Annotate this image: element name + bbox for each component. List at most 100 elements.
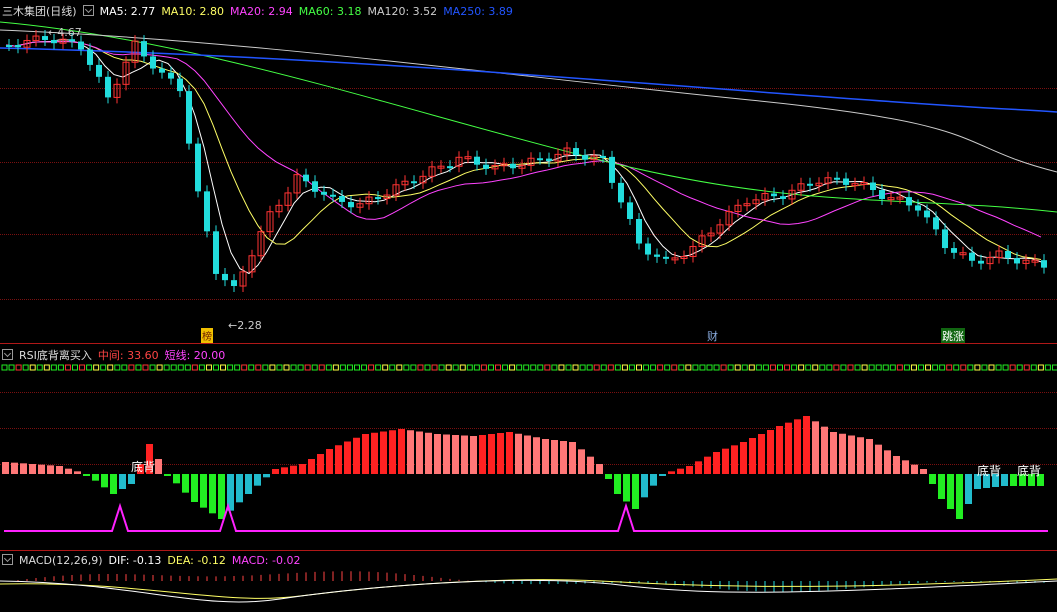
rsi-signal-dot [741, 364, 748, 371]
rsi-signal-dot [791, 364, 798, 371]
macd-title[interactable]: MACD(12,26,9) [19, 554, 103, 567]
rsi-bar [47, 465, 54, 474]
rsi-signal-dot [234, 364, 241, 371]
candle-body [141, 41, 147, 57]
event-tag-bang[interactable]: 榜 [201, 328, 213, 343]
rsi-signal-dot [509, 364, 516, 371]
rsi-signal-dot [163, 364, 170, 371]
rsi-panel[interactable]: RSI底背离买入 中间: 33.60 短线: 20.00 底背 底背 底背 [0, 344, 1057, 550]
rsi-bar [695, 461, 702, 474]
candle-body [6, 45, 12, 47]
rsi-signal-dot [755, 364, 762, 371]
rsi-signal-dot [1051, 364, 1057, 371]
candle-body [780, 196, 786, 199]
rsi-bar [11, 462, 18, 474]
candle-body [951, 248, 957, 253]
rsi-signal-dot [946, 364, 953, 371]
rsi-signal-dot [882, 364, 889, 371]
rsi-bar [335, 445, 342, 474]
rsi-bar [20, 463, 27, 474]
rsi-bar [659, 474, 666, 476]
rsi-bar [398, 429, 405, 474]
rsi-signal-dot [403, 364, 410, 371]
macd-value-label: MACD: -0.02 [231, 554, 301, 567]
rsi-signal-dot [784, 364, 791, 371]
kline-chart[interactable] [0, 0, 1057, 343]
rsi-bar [704, 456, 711, 474]
rsi-signal-dot [480, 364, 487, 371]
rsi-bar [785, 422, 792, 474]
rsi-signal-dot [1023, 364, 1030, 371]
rsi-signal-dot [805, 364, 812, 371]
rsi-signal-dot [981, 364, 988, 371]
candle-body [168, 72, 174, 79]
rsi-bar [956, 474, 963, 519]
rsi-bar [677, 468, 684, 474]
candle-body [195, 143, 201, 192]
rsi-signal-dot [586, 364, 593, 371]
rsi-signal-dot [177, 364, 184, 371]
stock-title[interactable]: 三木集团(日线) [2, 5, 77, 18]
rsi-signal-dot [262, 364, 269, 371]
rsi-signal-dot [1016, 364, 1023, 371]
low-price-marker: ←2.28 [228, 319, 262, 332]
dropdown-icon[interactable] [2, 349, 13, 360]
rsi-signal-dot [311, 364, 318, 371]
rsi-signal-dot [290, 364, 297, 371]
rsi-signal-dot [248, 364, 255, 371]
rsi-bar [839, 433, 846, 474]
rsi-signal-dot [551, 364, 558, 371]
rsi-bar [920, 469, 927, 474]
event-tag-cai[interactable]: 财 [707, 328, 718, 344]
rsi-bar [776, 426, 783, 474]
rsi-bar [101, 474, 108, 488]
rsi-signal-dot [777, 364, 783, 371]
rsi-bar [902, 460, 909, 474]
rsi-bar [911, 464, 918, 474]
dropdown-icon[interactable] [2, 554, 13, 565]
rsi-signal-dot [1002, 364, 1009, 371]
candle-body [609, 156, 615, 183]
rsi-signal-dot [502, 364, 509, 371]
rsi-signal-dot [819, 364, 826, 371]
candle-body [339, 196, 345, 202]
rsi-signal-dot [748, 364, 755, 371]
rsi-signal-dot [614, 364, 621, 371]
rsi-bar [542, 439, 549, 474]
rsi-signal-dot [833, 364, 840, 371]
macd-panel[interactable]: MACD(12,26,9) DIF: -0.13 DEA: -0.12 MACD: -… [0, 551, 1057, 612]
rsi-signal-dot [643, 364, 650, 371]
rsi-bar [641, 474, 648, 498]
rsi-bar [119, 474, 126, 489]
rsi-signal-dot [72, 364, 78, 371]
dropdown-icon[interactable] [82, 5, 94, 16]
rsi-bar [434, 434, 441, 474]
rsi-signal-dot [600, 364, 607, 371]
rsi-bar [407, 430, 414, 474]
rsi-signal-dot [43, 364, 50, 371]
rsi-chart[interactable] [0, 344, 1057, 550]
rsi-title[interactable]: RSI底背离买入 [19, 349, 92, 362]
rsi-signal-dot [424, 364, 431, 371]
candle-body [807, 183, 813, 186]
rsi-signal-dot [269, 364, 276, 371]
rsi-signal-dot [558, 364, 565, 371]
rsi-bar [740, 442, 747, 474]
ma20-label: MA20: 2.94 [230, 5, 293, 18]
rsi-signal-dot [495, 364, 501, 371]
event-tag-tiaozhang[interactable]: 跳涨 [941, 328, 965, 344]
kline-panel[interactable]: 三木集团(日线) MA5: 2.77 MA10: 2.80 MA20: 2.94 MA6… [0, 0, 1057, 344]
candle-body [942, 229, 948, 249]
candle-body [321, 191, 327, 195]
rsi-bar [191, 474, 198, 502]
candle-body [654, 254, 660, 257]
rsi-bar [218, 474, 225, 519]
rsi-bar [1010, 474, 1017, 486]
rsi-bar [794, 419, 801, 474]
candle-body [924, 210, 930, 218]
rsi-bar [326, 449, 333, 474]
rsi-bar [929, 474, 936, 484]
rsi-bar [668, 471, 675, 474]
candle-body [105, 76, 111, 98]
rsi-signal-dot [170, 364, 177, 371]
